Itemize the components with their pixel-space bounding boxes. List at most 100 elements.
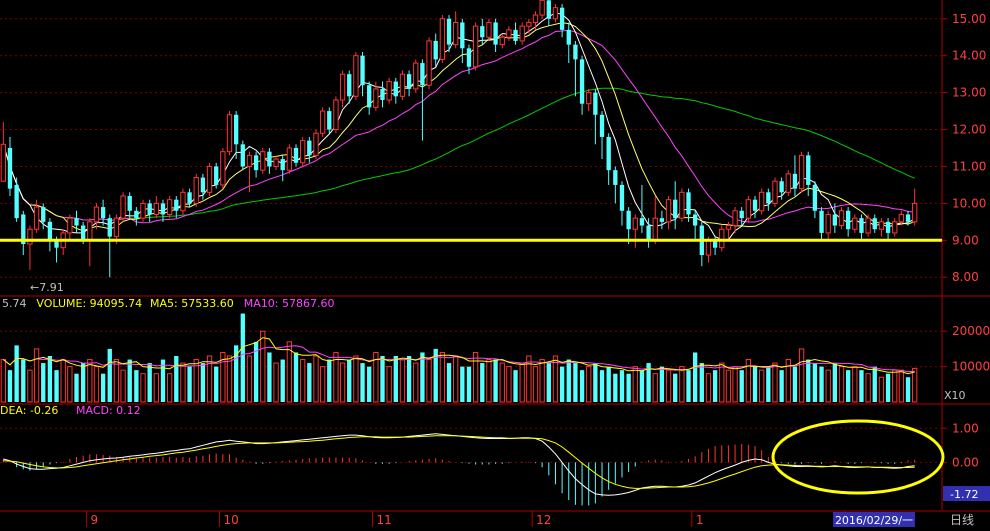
volume-bar-up	[759, 369, 765, 403]
volume-bar-down	[74, 373, 79, 402]
macd-tick-label: 0.00	[952, 455, 979, 469]
candle-body-down	[347, 74, 352, 97]
volume-bar-up	[852, 366, 858, 403]
candle-body-down	[493, 22, 498, 45]
candle-body-down	[460, 22, 465, 49]
candle-body-up	[486, 21, 492, 38]
volume-bar-down	[380, 356, 385, 402]
volume-tick-label: 10000	[952, 360, 990, 374]
volume-bar-down	[100, 373, 106, 402]
volume-legend-item: VOLUME: 94095.74	[36, 297, 142, 310]
candle-body-up	[552, 7, 559, 20]
candle-body-up	[539, 0, 545, 16]
candle-body-up	[0, 143, 6, 182]
volume-bar-down	[606, 366, 611, 402]
candle-body-up	[632, 217, 638, 230]
volume-bar-up	[113, 359, 120, 403]
volume-bar-up	[120, 369, 126, 403]
volume-bar-up	[399, 359, 406, 403]
volume-bar-up	[532, 366, 539, 403]
period-label[interactable]: 日线	[950, 513, 974, 527]
candle-body-up	[313, 132, 319, 156]
candle-body-down	[127, 196, 132, 211]
candle-body-up	[386, 81, 392, 101]
candle-body-up	[472, 25, 479, 68]
candle-body-up	[93, 206, 100, 223]
candle-body-down	[559, 7, 565, 30]
volume-tick-label: 20000	[952, 324, 990, 338]
volume-bar-down	[699, 363, 704, 402]
candle-body-down	[806, 155, 811, 185]
cursor-date-label: 2016/02/29/一	[835, 514, 913, 527]
candle-body-up	[226, 114, 233, 153]
volume-bar-down	[21, 359, 26, 402]
candle-body-down	[7, 148, 13, 189]
volume-bar-up	[386, 366, 392, 403]
volume-bar-up	[226, 355, 233, 403]
volume-bar-down	[493, 359, 498, 402]
candle-body-down	[107, 218, 112, 237]
volume-bar-up	[838, 366, 845, 403]
candle-body-down	[639, 218, 645, 226]
time-tick-label: 12	[536, 513, 551, 527]
volume-bar-down	[466, 366, 472, 402]
candle-body-down	[739, 210, 744, 219]
price-tick-label: 10.00	[952, 196, 986, 210]
candle-body-down	[686, 192, 691, 215]
volume-bar-down	[845, 370, 851, 402]
volume-bar-down	[579, 370, 585, 402]
candle-body-down	[845, 210, 851, 230]
volume-bar-up	[140, 373, 146, 403]
volume-bar-up	[27, 369, 33, 403]
volume-bar-up	[725, 369, 732, 403]
candle-body-up	[120, 195, 126, 219]
candle-body-down	[214, 166, 219, 185]
candle-body-down	[267, 151, 272, 167]
volume-bar-down	[127, 359, 132, 402]
volume-bar-down	[819, 366, 824, 402]
volume-bar-up	[313, 355, 319, 403]
candle-body-down	[593, 92, 598, 115]
candle-body-up	[652, 217, 658, 241]
candle-body-down	[626, 210, 631, 230]
volume-bar-down	[214, 366, 219, 402]
candle-body-down	[480, 26, 485, 38]
candle-body-up	[67, 217, 73, 234]
candle-body-down	[752, 199, 758, 211]
candle-body-up	[506, 29, 512, 38]
price-tick-label: 8.00	[952, 270, 979, 284]
candle-body-down	[646, 225, 651, 241]
volume-bar-down	[107, 348, 112, 402]
volume-bar-down	[739, 370, 744, 402]
price-tick-label: 15.00	[952, 12, 986, 26]
volume-bar-down	[566, 359, 571, 402]
candle-body-up	[399, 73, 406, 97]
volume-bar-up	[705, 373, 712, 403]
candle-body-down	[885, 221, 891, 233]
volume-bar-down	[752, 366, 758, 402]
candle-body-up	[246, 154, 253, 167]
volume-bar-down	[779, 370, 784, 402]
volume-bar-up	[665, 369, 672, 403]
volume-bar-up	[586, 366, 592, 403]
candle-body-down	[566, 29, 571, 45]
candle-body-up	[679, 191, 685, 219]
volume-bar-up	[206, 355, 213, 403]
candle-body-up	[140, 202, 146, 219]
volume-bar-down	[293, 352, 299, 402]
candle-body-down	[573, 44, 578, 60]
candle-body-up	[852, 217, 858, 230]
volume-bar-up	[539, 359, 545, 403]
candle-body-up	[33, 206, 40, 230]
macd-tick-label: 1.00	[952, 421, 979, 435]
candle-body-up	[413, 62, 419, 90]
volume-bar-up	[506, 366, 512, 403]
candle-body-down	[253, 155, 259, 171]
volume-bar-up	[453, 355, 459, 403]
candle-body-down	[859, 218, 864, 233]
volume-bar-up	[526, 355, 532, 403]
candle-body-down	[513, 29, 518, 41]
candle-body-down	[433, 40, 438, 60]
volume-bar-down	[347, 359, 352, 402]
candle-body-up	[838, 210, 845, 227]
